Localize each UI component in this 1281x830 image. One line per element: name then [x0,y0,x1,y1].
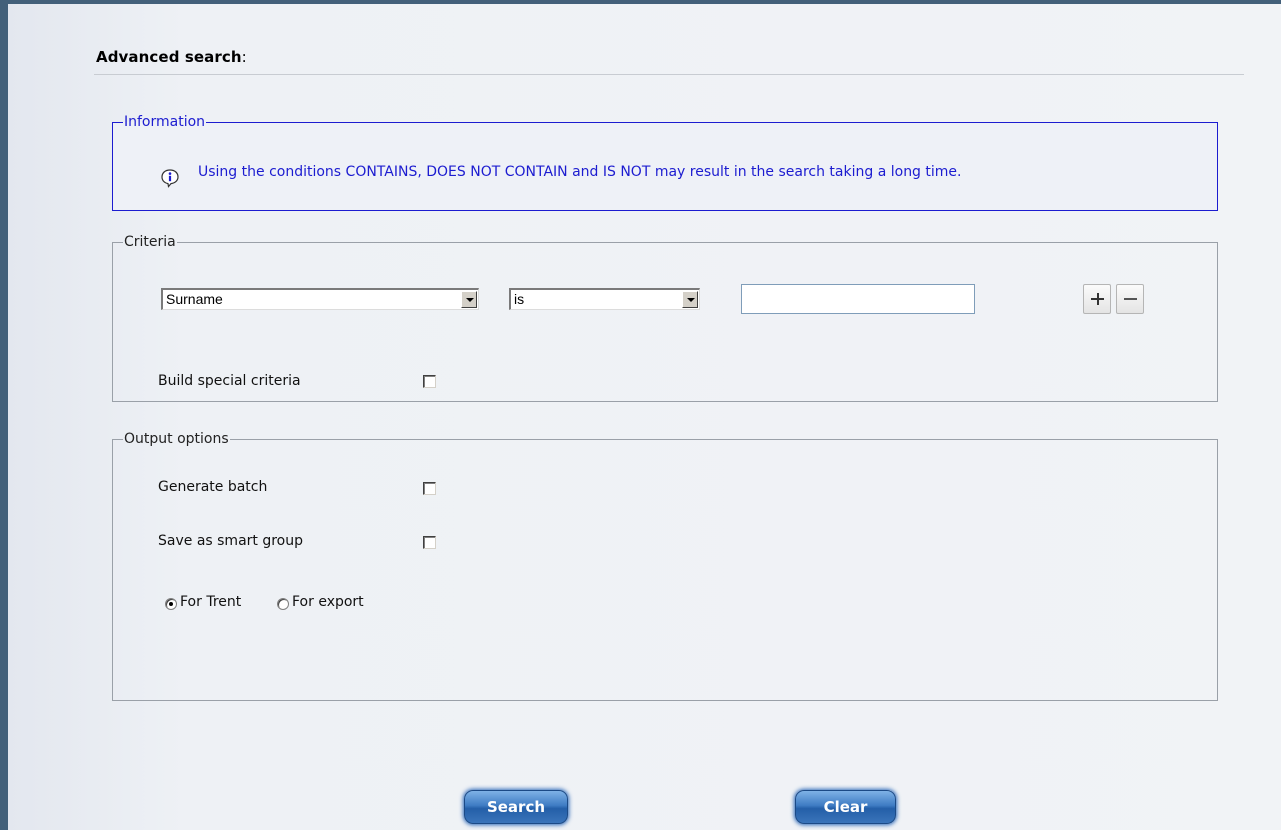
remove-criteria-button[interactable] [1116,284,1144,314]
search-button[interactable]: Search [464,790,568,824]
title-divider [94,74,1244,75]
page-title-text: Advanced search [96,48,242,66]
page-title: Advanced search: [96,48,247,66]
special-criteria-checkbox[interactable] [423,375,436,388]
criteria-value-input[interactable] [741,284,975,314]
for-export-label[interactable]: For export [292,594,364,610]
advanced-search-panel: Advanced search: Information Using the c… [8,4,1281,830]
save-smart-group-label: Save as smart group [158,533,304,549]
info-icon [161,169,179,188]
field-select-value: Surname [166,291,223,307]
generate-batch-checkbox[interactable] [423,482,436,495]
add-criteria-button[interactable] [1083,284,1111,314]
criteria-legend: Criteria [124,234,176,250]
output-options-legend: Output options [124,431,229,447]
generate-batch-label: Generate batch [158,479,268,495]
operator-select[interactable]: is [509,288,700,310]
chevron-down-icon[interactable] [682,291,698,308]
information-box: Information Using the conditions CONTAIN… [112,114,1218,211]
information-legend: Information [124,114,206,130]
criteria-box: Criteria Surname is Build special criter… [112,234,1218,402]
clear-button[interactable]: Clear [795,790,896,824]
for-trent-label[interactable]: For Trent [180,594,241,610]
for-trent-radio[interactable] [165,598,177,610]
field-select[interactable]: Surname [161,288,479,310]
special-criteria-label: Build special criteria [158,373,301,389]
chevron-down-icon[interactable] [461,291,477,308]
for-export-radio[interactable] [277,598,289,610]
output-options-box: Output options Generate batch Save as sm… [112,431,1218,701]
page-title-colon: : [241,48,247,66]
save-smart-group-checkbox[interactable] [423,536,436,549]
information-text: Using the conditions CONTAINS, DOES NOT … [198,164,962,180]
operator-select-value: is [514,291,525,307]
